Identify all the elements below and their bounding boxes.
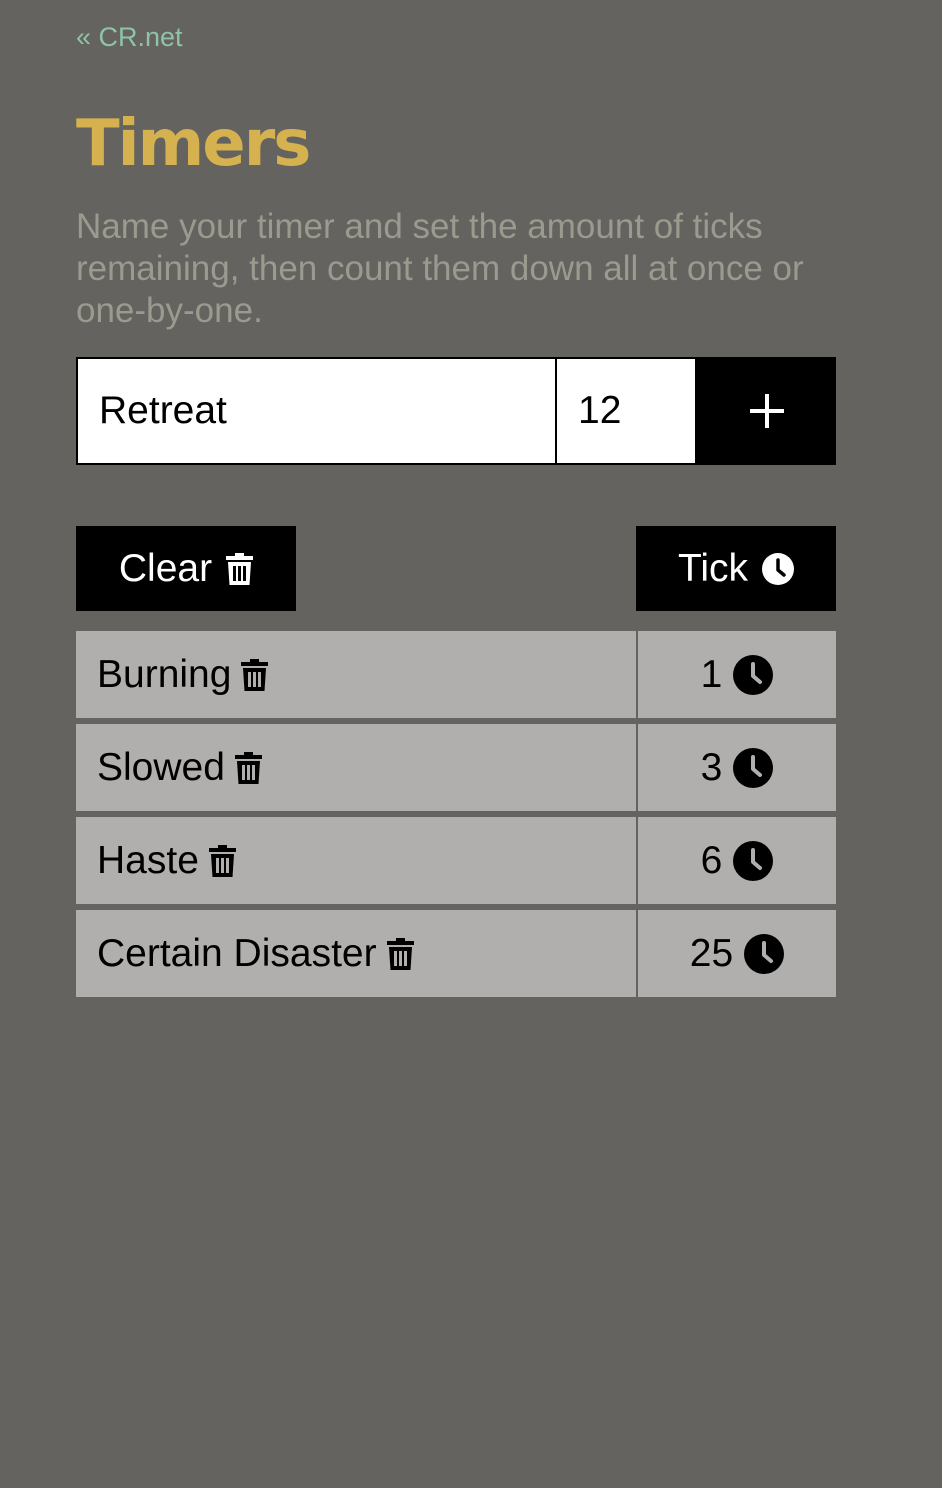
- timer-list: Burning 1 Slowed 3 Haste 6 Certain Disaster 25: [76, 631, 836, 1003]
- timer-row: Certain Disaster 25: [76, 910, 836, 997]
- clock-icon: [733, 747, 774, 788]
- back-link[interactable]: « CR.net: [76, 22, 183, 53]
- timer-name: Burning: [97, 652, 232, 696]
- timer-row: Haste 6: [76, 817, 836, 904]
- timer-name: Haste: [97, 838, 199, 882]
- clock-icon: [733, 840, 774, 881]
- page-description: Name your timer and set the amount of ti…: [76, 207, 804, 330]
- add-timer-button[interactable]: [697, 357, 836, 465]
- trash-icon: [208, 844, 236, 877]
- timer-name-input[interactable]: [76, 357, 557, 465]
- timer-ticks-remaining: 1: [700, 652, 723, 696]
- add-timer-form: [76, 357, 836, 465]
- timer-name-cell: Haste: [76, 817, 636, 904]
- timer-row: Burning 1: [76, 631, 836, 718]
- timer-name: Certain Disaster: [97, 931, 377, 975]
- timer-ticks-remaining: 25: [689, 931, 734, 975]
- delete-timer-button[interactable]: [386, 937, 414, 970]
- clock-icon: [762, 552, 795, 585]
- plus-icon: [749, 394, 784, 428]
- timer-tick-button[interactable]: 3: [638, 724, 836, 811]
- delete-timer-button[interactable]: [241, 658, 269, 691]
- tick-all-button[interactable]: Tick: [636, 526, 836, 611]
- timer-ticks-input[interactable]: [557, 357, 697, 465]
- delete-timer-button[interactable]: [208, 844, 236, 877]
- timer-name: Slowed: [97, 745, 225, 789]
- clock-icon: [733, 654, 774, 695]
- delete-timer-button[interactable]: [234, 751, 262, 784]
- timer-tick-button[interactable]: 6: [638, 817, 836, 904]
- trash-icon: [226, 552, 254, 585]
- clear-button[interactable]: Clear: [76, 526, 296, 611]
- timer-ticks-remaining: 3: [700, 745, 723, 789]
- tick-button-label: Tick: [677, 546, 749, 590]
- timer-tick-button[interactable]: 25: [638, 910, 836, 997]
- page-title: Timers: [76, 107, 311, 181]
- timer-name-cell: Certain Disaster: [76, 910, 636, 997]
- clock-icon: [744, 933, 785, 974]
- timer-row: Slowed 3: [76, 724, 836, 811]
- timer-name-cell: Slowed: [76, 724, 636, 811]
- trash-icon: [234, 751, 262, 784]
- clear-button-label: Clear: [118, 546, 213, 590]
- trash-icon: [241, 658, 269, 691]
- timer-tick-button[interactable]: 1: [638, 631, 836, 718]
- trash-icon: [386, 937, 414, 970]
- timer-name-cell: Burning: [76, 631, 636, 718]
- timer-ticks-remaining: 6: [700, 838, 723, 882]
